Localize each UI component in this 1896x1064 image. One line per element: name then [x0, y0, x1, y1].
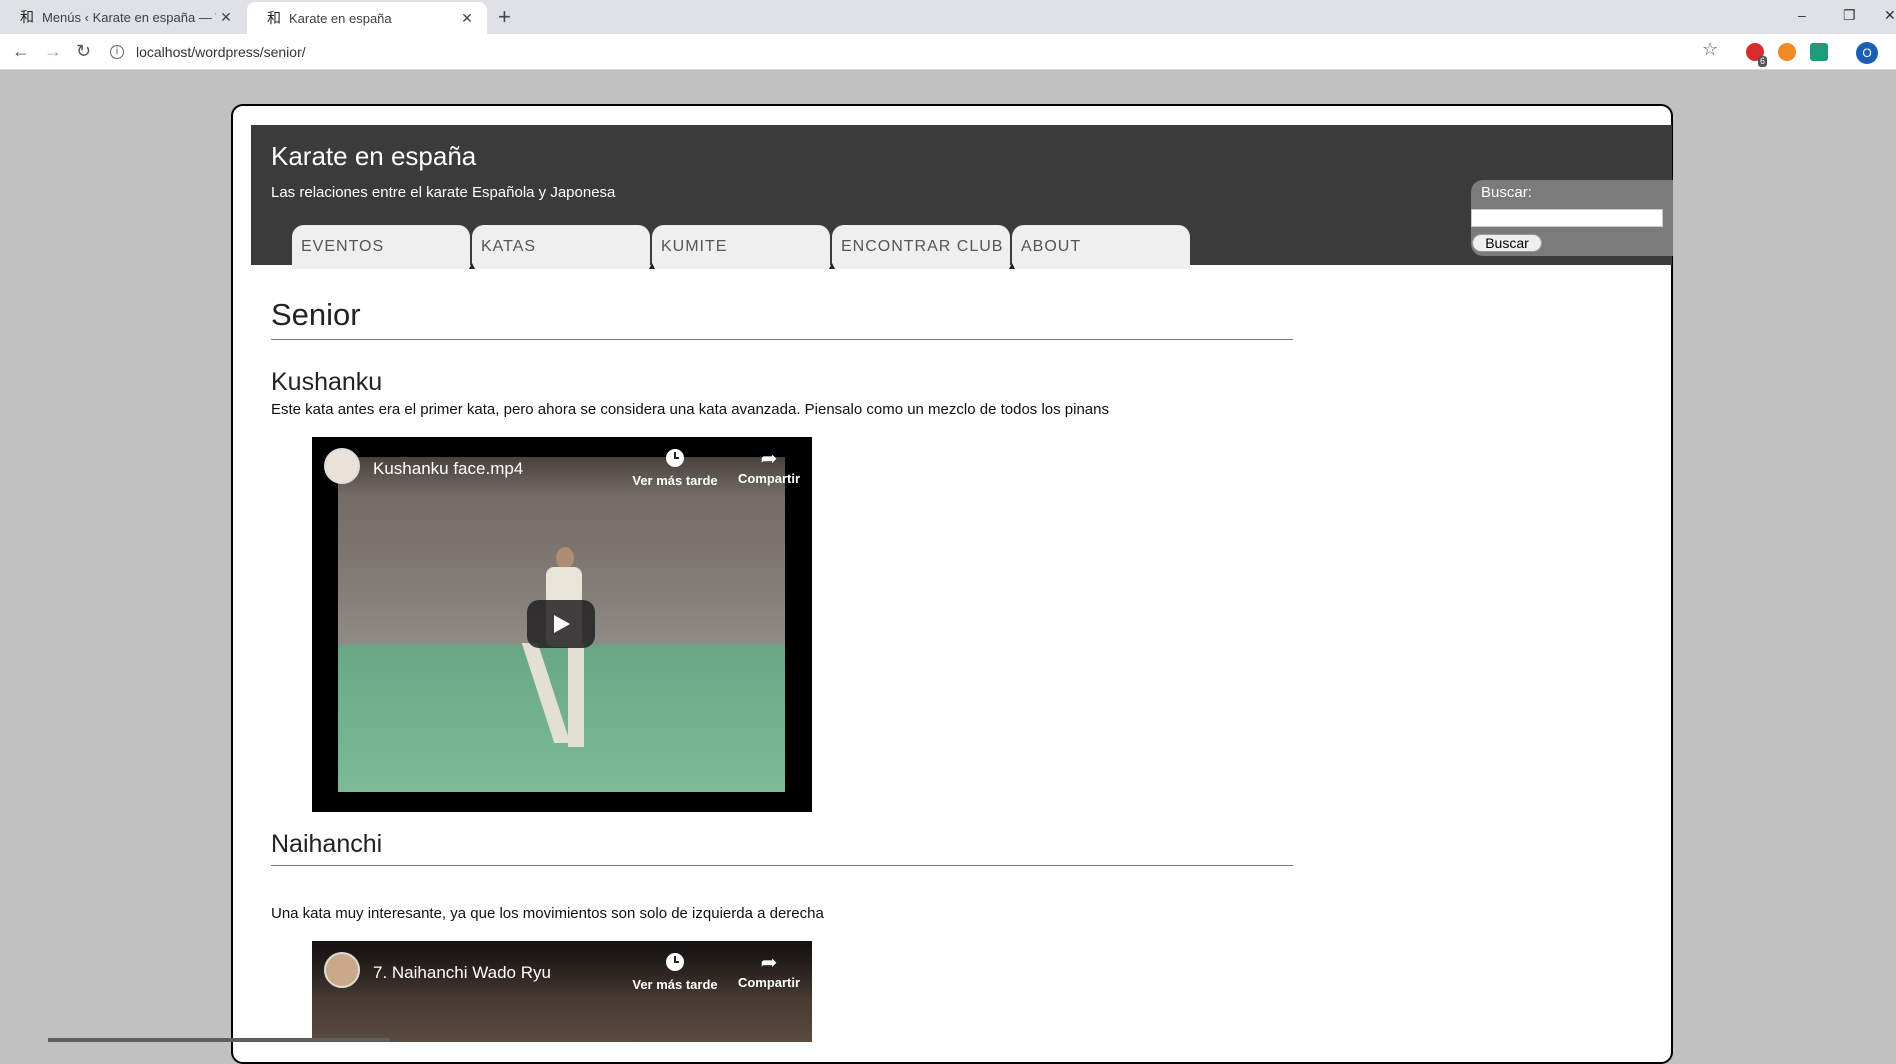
new-tab-button[interactable]: +: [498, 4, 511, 30]
section-description: Una kata muy interesante, ya que los mov…: [271, 905, 824, 922]
channel-avatar[interactable]: [324, 952, 360, 988]
tab-title: Menús ‹ Karate en españa — Wo: [42, 9, 216, 25]
menu-notch-icon: [649, 263, 655, 269]
menu-item-label: ABOUT: [1021, 238, 1082, 255]
menu-item-label: ENCONTRAR CLUB: [841, 238, 1004, 255]
section-title-kushanku: Kushanku: [271, 368, 383, 396]
bookmark-star-icon[interactable]: ☆: [1702, 39, 1718, 60]
menu-item-kumite[interactable]: KUMITE: [649, 225, 830, 269]
forward-arrow-icon[interactable]: →: [44, 39, 62, 63]
menu-notch-icon: [829, 263, 835, 269]
menu-item-eventos[interactable]: EVENTOS: [292, 225, 470, 269]
site-description: Las relaciones entre el karate Española …: [271, 184, 616, 201]
reload-icon[interactable]: ↻: [76, 39, 91, 63]
horizontal-scrollbar[interactable]: [48, 1038, 390, 1042]
clock-icon: [666, 449, 684, 467]
menu-item-about[interactable]: ABOUT: [1009, 225, 1190, 269]
site-favicon-icon: 和: [267, 11, 281, 27]
restore-icon[interactable]: ❐: [1843, 4, 1856, 26]
back-arrow-icon[interactable]: ←: [12, 39, 30, 63]
play-button-icon[interactable]: [527, 600, 595, 648]
share-arrow-icon: ➦: [760, 448, 778, 470]
watch-later-label: Ver más tarde: [632, 473, 718, 488]
karateka-figure: [521, 547, 588, 757]
browser-tab-bar: 和 Menús ‹ Karate en españa — Wo ✕ 和 Kara…: [0, 0, 1896, 34]
tab-title: Karate en españa: [289, 10, 392, 26]
watch-later-button[interactable]: Ver más tarde: [625, 951, 725, 992]
watch-later-button[interactable]: Ver más tarde: [625, 447, 725, 488]
video-title[interactable]: 7. Naihanchi Wado Ryu: [373, 963, 551, 983]
video-embed-naihanchi[interactable]: 7. Naihanchi Wado Ryu Ver más tarde ➦ Co…: [312, 941, 812, 1042]
channel-avatar[interactable]: [324, 448, 360, 484]
menu-item-label: KATAS: [481, 238, 537, 255]
close-tab-icon[interactable]: ✕: [457, 10, 477, 27]
share-button[interactable]: ➦ Compartir: [719, 447, 812, 486]
share-arrow-icon: ➦: [760, 952, 778, 974]
menu-item-label: KUMITE: [661, 238, 728, 255]
minimize-icon[interactable]: –: [1798, 4, 1806, 26]
page-title: Senior: [271, 297, 1293, 340]
video-embed-kushanku[interactable]: Kushanku face.mp4 Ver más tarde ➦ Compar…: [312, 437, 812, 812]
extension-green-icon[interactable]: [1810, 43, 1828, 61]
window-close-icon[interactable]: ✕: [1884, 4, 1896, 26]
menu-notch-icon: [1009, 263, 1015, 269]
menu-item-encontrar-club[interactable]: ENCONTRAR CLUB: [829, 225, 1010, 269]
menu-item-katas[interactable]: KATAS: [469, 225, 650, 269]
share-label: Compartir: [737, 975, 801, 990]
url-text: localhost/wordpress/senior/: [136, 44, 306, 60]
extension-badge: 6: [1758, 56, 1768, 67]
address-bar[interactable]: i localhost/wordpress/senior/: [110, 38, 1740, 66]
extension-flame-icon[interactable]: [1778, 43, 1796, 61]
search-label: Buscar:: [1481, 184, 1532, 201]
menu-notch-icon: [469, 263, 475, 269]
watch-later-label: Ver más tarde: [632, 977, 718, 992]
site-title[interactable]: Karate en españa: [271, 141, 476, 172]
close-tab-icon[interactable]: ✕: [216, 9, 236, 26]
clock-icon: [666, 953, 684, 971]
browser-toolbar: ← → ↻ i localhost/wordpress/senior/ ☆ 6 …: [0, 34, 1896, 70]
menu-item-label: EVENTOS: [301, 238, 385, 255]
share-button[interactable]: ➦ Compartir: [719, 951, 812, 990]
search-input[interactable]: [1471, 209, 1663, 227]
search-widget: Buscar: Buscar: [1471, 180, 1673, 256]
video-title[interactable]: Kushanku face.mp4: [373, 459, 523, 479]
site-favicon-icon: 和: [20, 10, 34, 26]
site-info-icon[interactable]: i: [110, 45, 124, 59]
search-button[interactable]: Buscar: [1472, 234, 1542, 252]
section-title-naihanchi: Naihanchi: [271, 830, 1293, 866]
browser-tab-menus[interactable]: 和 Menús ‹ Karate en españa — Wo ✕: [0, 0, 246, 34]
section-description: Este kata antes era el primer kata, pero…: [271, 401, 1109, 418]
browser-tab-karate[interactable]: 和 Karate en españa ✕: [247, 2, 487, 34]
profile-avatar[interactable]: O: [1856, 42, 1878, 64]
share-label: Compartir: [737, 471, 801, 486]
